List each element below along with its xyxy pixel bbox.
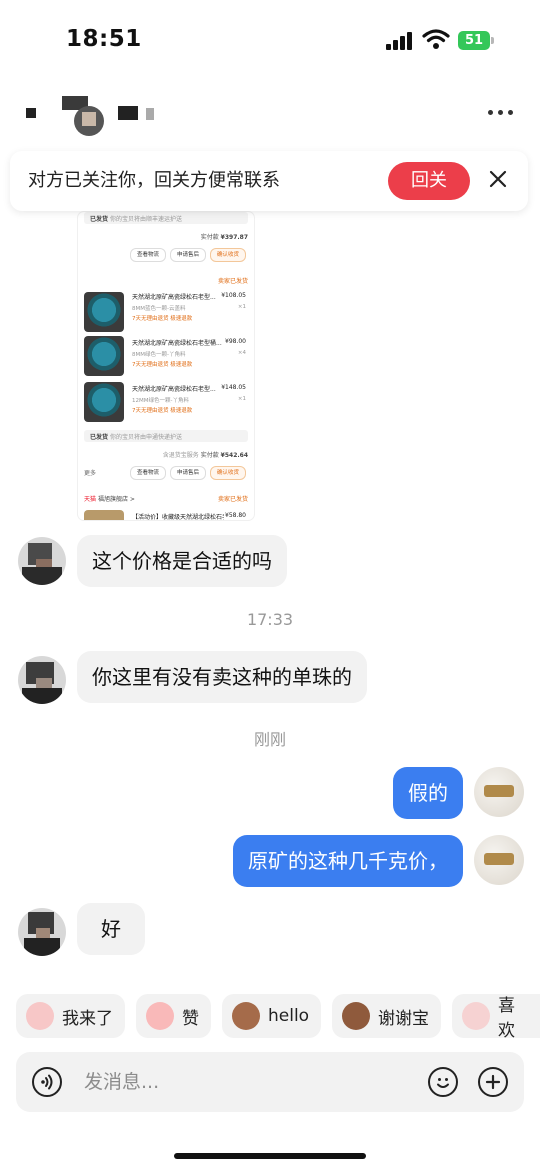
- product-title: 天然湖北原矿高瓷绿松石老型...: [132, 294, 216, 301]
- product-price: ¥98.00: [225, 338, 246, 345]
- product-tag: 7天无理由退货 极速退款: [132, 362, 193, 368]
- self-avatar[interactable]: [474, 767, 524, 817]
- quick-reply-label: 喜欢: [498, 996, 515, 1041]
- emoji-icon[interactable]: [428, 1067, 458, 1097]
- quick-reply-chip[interactable]: hello: [222, 994, 322, 1038]
- avatar[interactable]: [18, 656, 66, 704]
- message-input[interactable]: 发消息...: [84, 1052, 159, 1112]
- home-indicator[interactable]: [174, 1153, 366, 1159]
- shot-service-note: 含退货宝服务: [162, 452, 199, 459]
- shot-shipped-label: 已发货: [90, 216, 109, 223]
- shot-confirm-button-2: 确认收货: [210, 466, 246, 480]
- product-sku: 8MM蓝色一颗-云盖料: [132, 306, 186, 312]
- voice-icon[interactable]: [32, 1067, 62, 1097]
- quick-reply-label: 谢谢宝: [378, 1008, 429, 1029]
- pig-love-sticker-icon: [462, 1002, 490, 1030]
- self-avatar[interactable]: [474, 835, 524, 885]
- shot-paid-label-2: 实付款: [200, 452, 219, 459]
- message-bubble[interactable]: 好: [77, 903, 145, 955]
- shot-seller-shipped: 卖家已发货: [217, 278, 248, 285]
- shot-shipped-label-2: 已发货: [90, 434, 109, 441]
- product-count: ×4: [237, 350, 246, 356]
- follow-banner-text: 对方已关注你，回关方便常联系: [28, 170, 280, 191]
- shot-shipped-note: 你的宝贝将由顺丰速运护送: [109, 216, 182, 223]
- pig-thumbs-sticker-icon: [146, 1002, 174, 1030]
- shot-paid-value: ¥397.87: [220, 234, 248, 241]
- cellular-signal-icon: [386, 30, 414, 50]
- quick-reply-label: hello: [268, 1006, 310, 1026]
- timestamp: 17:33: [246, 610, 294, 629]
- battery-tip: [491, 37, 494, 44]
- product-thumb: [84, 510, 124, 520]
- message-input-bar[interactable]: 发消息...: [16, 1052, 524, 1112]
- avatar[interactable]: [18, 537, 66, 585]
- product-title: 天然湖北原矿高瓷绿松石老型...: [132, 386, 216, 393]
- message-bubble[interactable]: 你这里有没有卖这种的单珠的: [77, 651, 367, 703]
- product-price: ¥58.80: [225, 512, 246, 519]
- quick-reply-label: 赞: [182, 1008, 199, 1029]
- product-thumb: [84, 336, 124, 376]
- chat-partner-name[interactable]: [26, 96, 166, 136]
- product-thumb: [84, 382, 124, 422]
- shot-aftersale-button: 申请售后: [170, 248, 206, 262]
- product-tag: 7天无理由退货 极速退款: [132, 408, 193, 414]
- product-thumb: [84, 292, 124, 332]
- shot-logistics-button: 查看物流: [130, 248, 166, 262]
- shot-shipped-note-2: 你的宝贝将由申通快递护送: [109, 434, 182, 441]
- product-count: ×1: [237, 304, 246, 310]
- shot-paid-value-2: ¥542.64: [220, 452, 248, 459]
- shot-confirm-button: 确认收货: [210, 248, 246, 262]
- shot-aftersale-button-2: 申请售后: [170, 466, 206, 480]
- quick-reply-chip[interactable]: 谢谢宝: [332, 994, 441, 1038]
- message-bubble-self[interactable]: 假的: [393, 767, 463, 819]
- product-sku: 12MM绿色一颗-丫角料: [132, 398, 189, 404]
- follow-back-button[interactable]: 回关: [388, 162, 470, 200]
- pig-sticker-icon: [26, 1002, 54, 1030]
- timestamp: 刚刚: [253, 730, 286, 749]
- more-dots-icon[interactable]: [488, 108, 516, 116]
- product-count: ×1: [237, 396, 246, 402]
- quick-reply-chip[interactable]: 喜欢: [452, 994, 540, 1041]
- close-icon[interactable]: [486, 167, 510, 191]
- follow-back-banner: 对方已关注你，回关方便常联系 回关: [10, 151, 528, 211]
- plus-icon[interactable]: [478, 1067, 508, 1097]
- product-tag: 7天无理由退货 极速退款: [132, 316, 193, 322]
- shared-order-screenshot[interactable]: 已发货 你的宝贝将由顺丰速运护送 实付款 ¥397.87 查看物流 申请售后 确…: [78, 212, 254, 520]
- battery-icon: 51: [458, 31, 490, 50]
- shot-logistics-button-2: 查看物流: [130, 466, 166, 480]
- message-bubble[interactable]: 这个价格是合适的吗: [77, 535, 287, 587]
- shot-paid-label: 实付款: [200, 234, 219, 241]
- message-bubble-self[interactable]: 原矿的这种几千克价，: [233, 835, 463, 887]
- product-price: ¥108.05: [221, 292, 246, 299]
- wifi-icon: [422, 29, 450, 49]
- quick-reply-chip[interactable]: 我来了: [16, 994, 125, 1038]
- product-price: ¥148.05: [221, 384, 246, 391]
- monkey-sticker-icon: [232, 1002, 260, 1030]
- product-title: 天然湖北原矿高瓷绿松石老型桶...: [132, 340, 222, 347]
- shot-seller-shipped-2: 卖家已发货: [217, 496, 248, 503]
- status-time: 18:51: [66, 26, 142, 52]
- avatar[interactable]: [18, 908, 66, 956]
- quick-reply-label: 我来了: [62, 1008, 113, 1029]
- product-title: 【活动价】收藏级天然湖北绿松石手串...: [132, 514, 224, 520]
- monkey-thanks-sticker-icon: [342, 1002, 370, 1030]
- product-sku: 8MM绿色一颗-丫角料: [132, 352, 186, 358]
- quick-reply-chip[interactable]: 赞: [136, 994, 211, 1038]
